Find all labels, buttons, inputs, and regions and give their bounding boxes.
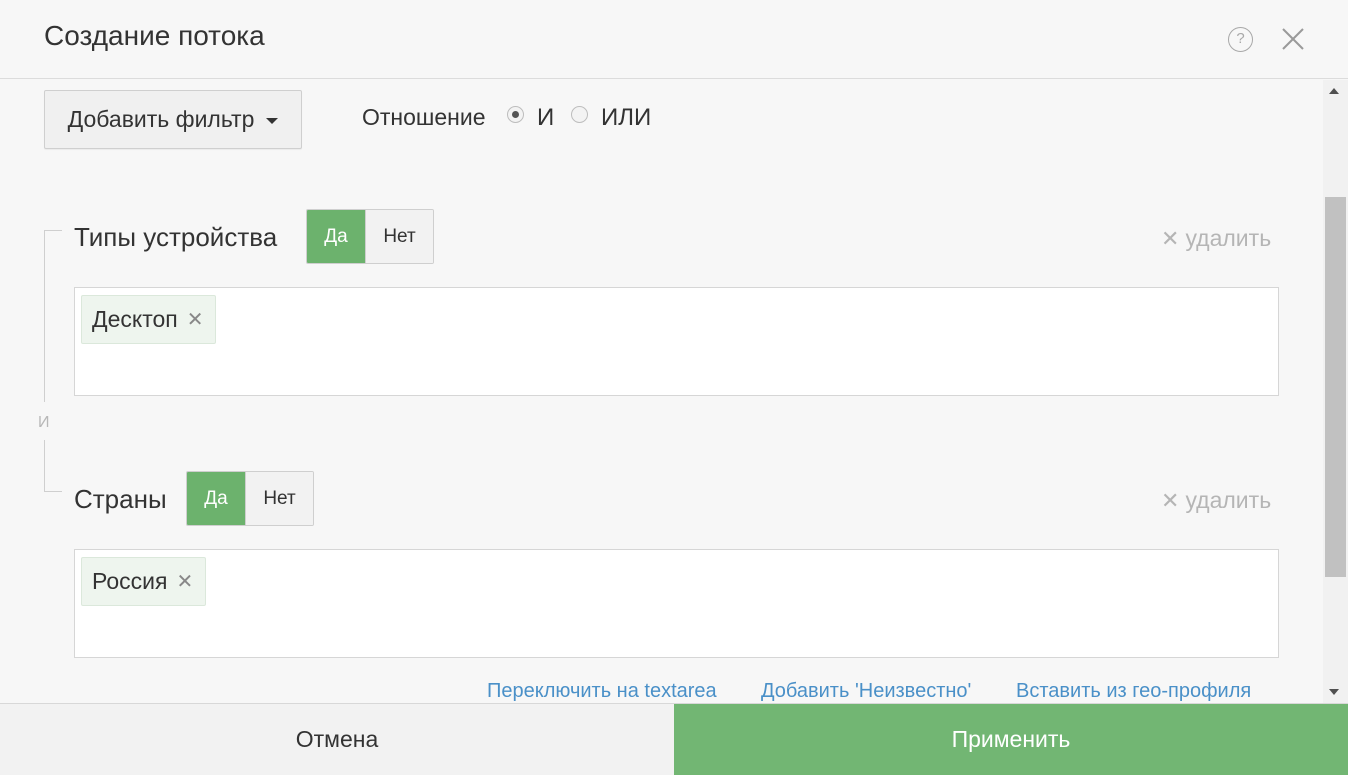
relation-and-radio[interactable]	[507, 106, 524, 123]
selected-chip: Десктоп ✕	[81, 295, 217, 344]
dialog-footer: Отмена Применить	[0, 703, 1348, 775]
toggle-no-button[interactable]: Нет	[245, 472, 313, 525]
add-filter-dropdown[interactable]: Добавить фильтр	[44, 90, 302, 149]
bracket-vertical-line	[44, 440, 45, 492]
close-icon[interactable]	[1280, 26, 1306, 52]
dialog-title: Создание потока	[44, 20, 265, 51]
chip-label: Десктоп	[92, 306, 178, 332]
relation-and-label[interactable]: И	[537, 104, 554, 132]
countries-select[interactable]: Россия ✕	[74, 549, 1279, 658]
countries-toggle: Да Нет	[186, 471, 314, 526]
remove-label: удалить	[1185, 225, 1272, 251]
dialog-header: Создание потока ?	[0, 0, 1348, 79]
add-unknown-link[interactable]: Добавить 'Неизвестно'	[761, 680, 971, 703]
filter-label-device-types: Типы устройства	[74, 222, 278, 252]
toggle-yes-button[interactable]: Да	[187, 472, 245, 525]
cancel-button[interactable]: Отмена	[0, 704, 674, 775]
device-types-select[interactable]: Десктоп ✕	[74, 287, 1279, 396]
scroll-up-arrow-icon[interactable]	[1329, 88, 1339, 94]
bracket-bottom-line	[44, 491, 62, 492]
page-background	[1348, 0, 1354, 774]
remove-x-icon: ✕	[1161, 487, 1180, 513]
toggle-yes-button[interactable]: Да	[307, 210, 365, 263]
bracket-top-line	[44, 230, 62, 231]
create-stream-dialog: Создание потока ? Добавить фильтр Отноше…	[0, 0, 1348, 775]
selected-chip: Россия ✕	[81, 557, 207, 606]
connector-label: И	[38, 414, 50, 431]
add-filter-label: Добавить фильтр	[67, 106, 255, 132]
chip-label: Россия	[92, 568, 168, 594]
scrollbar-thumb[interactable]	[1325, 197, 1346, 577]
remove-filter-link[interactable]: ✕ удалить	[1161, 487, 1271, 514]
insert-geo-profile-link[interactable]: Вставить из гео-профиля	[1016, 680, 1251, 703]
device-types-toggle: Да Нет	[306, 209, 434, 264]
scrollbar[interactable]	[1323, 80, 1348, 703]
relation-or-radio[interactable]	[571, 106, 588, 123]
remove-filter-link[interactable]: ✕ удалить	[1161, 225, 1271, 252]
filter-label-countries: Страны	[74, 484, 167, 514]
bracket-vertical-line	[44, 230, 45, 402]
relation-or-label[interactable]: ИЛИ	[601, 104, 651, 132]
chip-remove-icon[interactable]: ✕	[176, 569, 193, 594]
remove-x-icon: ✕	[1161, 225, 1180, 251]
remove-label: удалить	[1185, 487, 1272, 513]
switch-textarea-link[interactable]: Переключить на textarea	[487, 680, 717, 703]
caret-down-icon	[266, 117, 279, 124]
chip-remove-icon[interactable]: ✕	[187, 307, 204, 332]
relation-label: Отношение	[362, 104, 486, 130]
apply-button[interactable]: Применить	[674, 704, 1348, 775]
help-icon[interactable]: ?	[1228, 27, 1253, 52]
scroll-down-arrow-icon[interactable]	[1329, 689, 1339, 695]
toggle-no-button[interactable]: Нет	[365, 210, 433, 263]
